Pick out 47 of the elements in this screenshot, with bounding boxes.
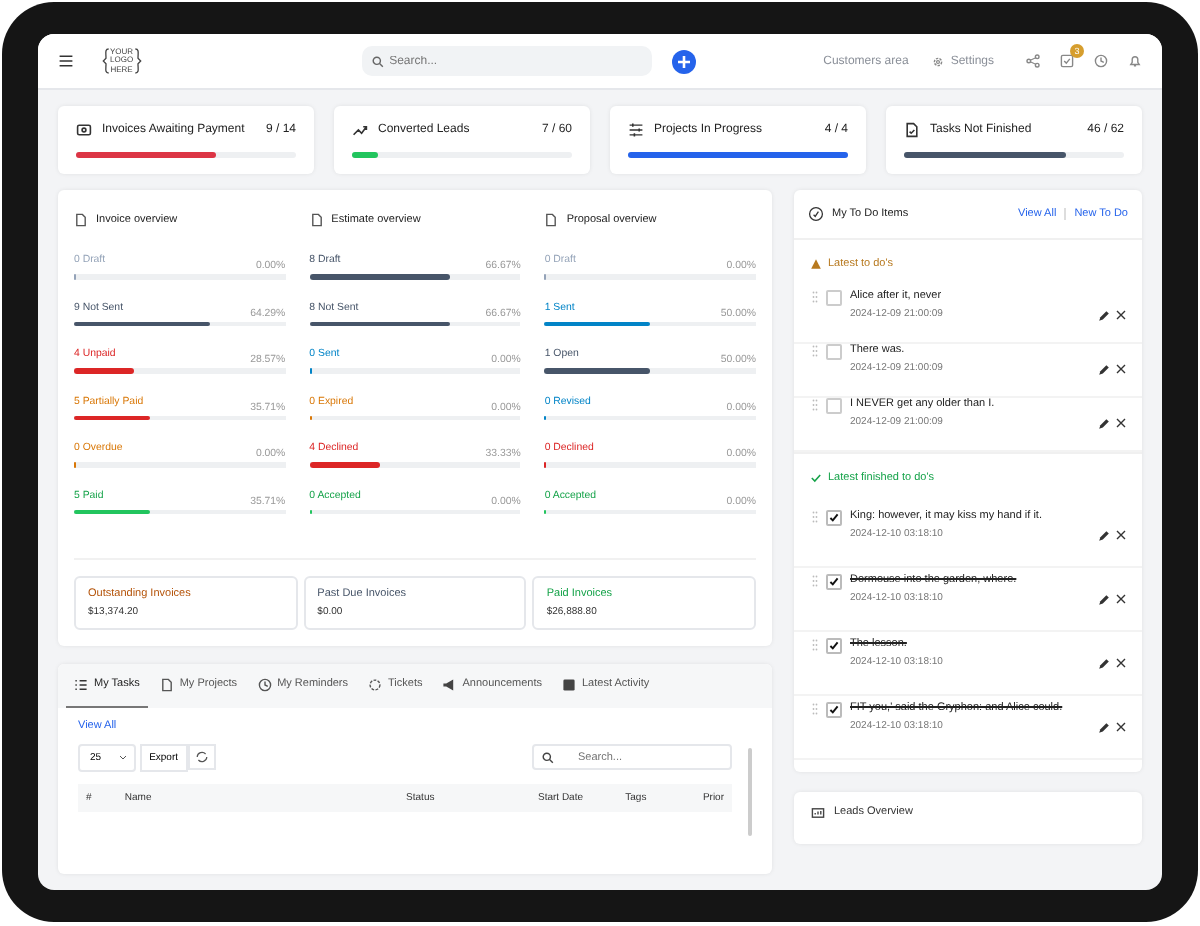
close-icon[interactable]	[1116, 310, 1126, 320]
checkbox[interactable]	[826, 573, 842, 589]
warning-icon	[810, 257, 822, 269]
close-icon[interactable]	[1116, 364, 1126, 374]
add-button[interactable]	[671, 49, 696, 73]
check-circle-icon	[808, 205, 824, 221]
checkbox-icon[interactable]	[1060, 54, 1074, 68]
megaphone-icon	[442, 677, 457, 691]
pencil-icon[interactable]	[1098, 417, 1110, 429]
checkbox[interactable]	[826, 637, 842, 653]
pencil-icon[interactable]	[1098, 721, 1110, 733]
close-icon[interactable]	[1116, 594, 1126, 604]
refresh-button[interactable]	[188, 743, 217, 769]
close-icon[interactable]	[1116, 658, 1126, 668]
document-icon	[159, 677, 174, 691]
close-icon[interactable]	[1116, 530, 1126, 540]
sliders-icon	[628, 122, 644, 138]
close-icon[interactable]	[1116, 722, 1126, 732]
close-icon[interactable]	[1116, 418, 1126, 428]
checkbox[interactable]	[826, 397, 842, 413]
pencil-icon[interactable]	[1098, 529, 1110, 541]
pencil-icon[interactable]	[1098, 309, 1110, 321]
document-icon	[74, 211, 88, 227]
checkbox[interactable]	[826, 509, 842, 525]
scrollbar	[748, 747, 752, 835]
document-icon	[544, 211, 559, 227]
list-icon	[74, 677, 88, 691]
document-icon	[309, 211, 324, 227]
invoice-icon	[76, 122, 92, 138]
clock-icon[interactable]	[1094, 54, 1108, 68]
pencil-icon[interactable]	[1098, 593, 1110, 605]
checkbox[interactable]	[826, 289, 842, 305]
file-check-icon	[904, 122, 920, 138]
search-icon	[542, 751, 554, 763]
checkbox[interactable]	[826, 701, 842, 717]
trend-up-icon	[352, 122, 368, 138]
bell-icon[interactable]	[1128, 54, 1142, 68]
menu-icon[interactable]	[58, 54, 74, 68]
pencil-icon[interactable]	[1098, 363, 1110, 375]
check-icon	[810, 471, 822, 483]
calendar-icon	[561, 677, 576, 691]
share-icon[interactable]	[1026, 54, 1040, 68]
checkbox[interactable]	[826, 343, 842, 359]
clock-icon	[257, 677, 272, 691]
pencil-icon[interactable]	[1098, 657, 1110, 669]
search-icon	[371, 55, 384, 67]
chart-icon	[810, 805, 826, 819]
